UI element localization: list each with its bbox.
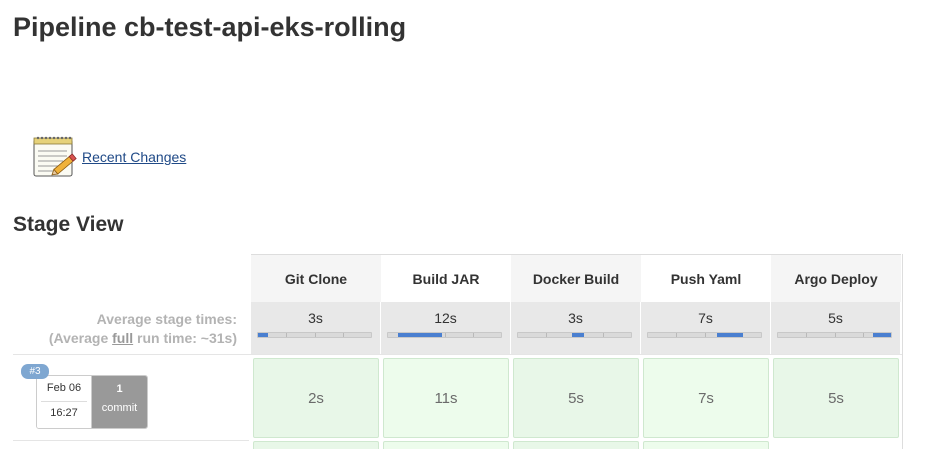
avg-progress-bar [647, 332, 762, 338]
progress-tick [472, 333, 474, 337]
progress-fill [872, 333, 891, 337]
next-run-stage-cell[interactable] [383, 441, 509, 449]
average-full-run-time: (Average full run time: ~31s) [13, 329, 237, 348]
avg-progress-bar [777, 332, 892, 338]
stage-view-title: Stage View [13, 213, 124, 236]
stage-header-git-clone[interactable]: Git Clone [251, 254, 381, 302]
run-date-divider [41, 401, 87, 402]
avg-progress-bar [387, 332, 502, 338]
run-time: 16:27 [50, 407, 78, 419]
recent-changes-link[interactable]: Recent Changes [82, 149, 186, 165]
stage-cell-argo-deploy[interactable]: 5s [773, 358, 899, 438]
average-full-prefix: (Average [48, 330, 113, 346]
progress-tick [444, 333, 446, 337]
stage-header-build-jar[interactable]: Build JAR [381, 254, 511, 302]
full-run-link[interactable]: full [112, 330, 133, 346]
commit-count: 1 [116, 383, 123, 395]
avg-time: 5s [828, 310, 843, 326]
recent-changes: Recent Changes [31, 134, 186, 180]
row-divider [13, 354, 903, 355]
progress-tick [676, 333, 678, 337]
run-card[interactable]: Feb 06 16:27 1 commit [36, 375, 148, 429]
commit-label: commit [101, 402, 138, 414]
progress-tick [342, 333, 344, 337]
avg-time: 12s [434, 310, 457, 326]
stage-cell-docker-build[interactable]: 5s [513, 358, 639, 438]
stage-header-docker-build[interactable]: Docker Build [511, 254, 641, 302]
stage-view-table: Git Clone Build JAR Docker Build Push Ya… [13, 254, 903, 449]
run-commits-block[interactable]: 1 commit [92, 376, 147, 428]
average-times-label: Average stage times: (Average full run t… [13, 310, 237, 348]
next-run-stage-cell[interactable] [643, 441, 769, 449]
avg-cell-build-jar: 12s [381, 302, 511, 354]
stage-header-argo-deploy[interactable]: Argo Deploy [771, 254, 901, 302]
avg-time: 3s [308, 310, 323, 326]
avg-cell-git-clone: 3s [251, 302, 381, 354]
progress-fill [716, 333, 743, 337]
stage-cell-git-clone[interactable]: 2s [253, 358, 379, 438]
avg-progress-bar [517, 332, 632, 338]
progress-fill [398, 333, 443, 337]
stage-header-row: Git Clone Build JAR Docker Build Push Ya… [13, 254, 903, 302]
progress-tick [834, 333, 836, 337]
table-right-border [902, 254, 903, 449]
run-date-block: Feb 06 16:27 [37, 376, 92, 428]
run-number-badge[interactable]: #3 [21, 364, 49, 379]
progress-tick [546, 333, 548, 337]
avg-cell-docker-build: 3s [511, 302, 641, 354]
progress-tick [286, 333, 288, 337]
progress-fill [258, 333, 269, 337]
progress-tick [806, 333, 808, 337]
notepad-pencil-icon[interactable] [31, 134, 79, 180]
stage-header-push-yaml[interactable]: Push Yaml [641, 254, 771, 302]
avg-cell-argo-deploy: 5s [771, 302, 901, 354]
avg-progress-bar [257, 332, 372, 338]
page-title: Pipeline cb-test-api-eks-rolling [13, 12, 407, 42]
progress-tick [862, 333, 864, 337]
average-stage-times-text: Average stage times: [96, 311, 237, 327]
run-date: Feb 06 [46, 382, 82, 394]
stage-cell-push-yaml[interactable]: 7s [643, 358, 769, 438]
avg-cell-push-yaml: 7s [641, 302, 771, 354]
avg-time: 7s [698, 310, 713, 326]
stage-cell-build-jar[interactable]: 11s [383, 358, 509, 438]
progress-fill [572, 333, 584, 337]
average-times-row: Average stage times: (Average full run t… [13, 302, 903, 354]
row-divider [13, 440, 249, 441]
next-run-stage-cell[interactable] [513, 441, 639, 449]
average-full-suffix: run time: ~31s) [133, 330, 237, 346]
progress-tick [314, 333, 316, 337]
avg-time: 3s [568, 310, 583, 326]
next-run-stage-cell[interactable] [253, 441, 379, 449]
progress-tick [602, 333, 604, 337]
progress-tick [704, 333, 706, 337]
